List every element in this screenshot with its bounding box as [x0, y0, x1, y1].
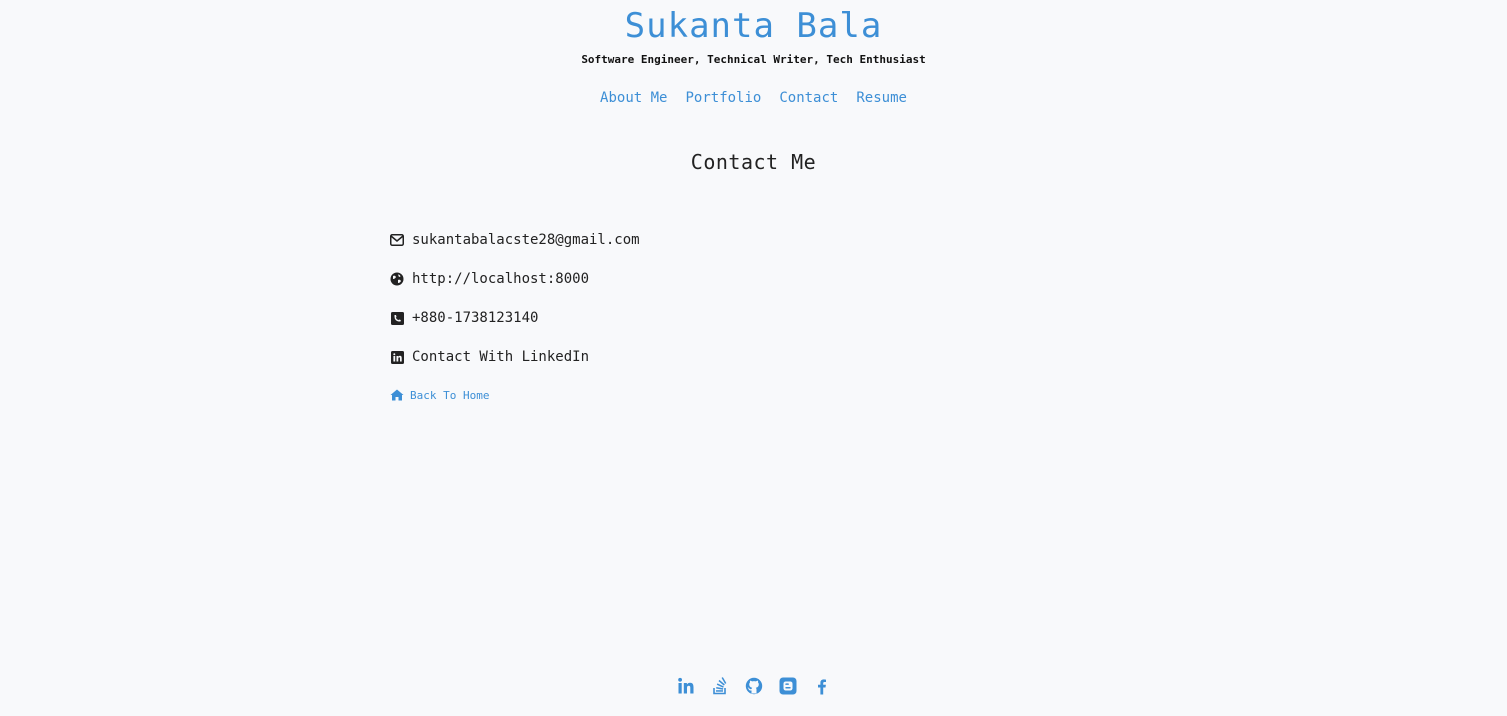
envelope-icon [390, 233, 404, 247]
contact-linkedin: Contact With LinkedIn [390, 346, 640, 368]
linkedin-link[interactable]: Contact With LinkedIn [412, 349, 589, 365]
linkedin-icon[interactable] [676, 676, 696, 696]
site-title[interactable]: Sukanta Bala [0, 4, 1507, 48]
tagline: Software Engineer, Technical Writer, Tec… [581, 53, 926, 66]
linkedin-square-icon [390, 350, 404, 364]
email-link[interactable]: sukantabalacste28@gmail.com [412, 232, 640, 248]
page-heading: Contact Me [690, 150, 817, 174]
contact-phone: +880-1738123140 [390, 307, 640, 329]
nav-portfolio[interactable]: Portfolio [685, 88, 761, 108]
back-to-home-label: Back To Home [410, 389, 490, 402]
contact-list: sukantabalacste28@gmail.com http://local… [390, 229, 640, 385]
home-icon [390, 389, 404, 403]
globe-icon [390, 272, 404, 286]
social-links [0, 676, 1507, 696]
github-icon[interactable] [744, 676, 764, 696]
stackoverflow-icon[interactable] [710, 676, 730, 696]
nav-about-me[interactable]: About Me [600, 88, 667, 108]
website-link[interactable]: http://localhost:8000 [412, 271, 589, 287]
phone-square-icon [390, 311, 404, 325]
contact-website: http://localhost:8000 [390, 268, 640, 290]
back-to-home-link[interactable]: Back To Home [390, 388, 489, 404]
facebook-icon[interactable] [812, 676, 832, 696]
main-nav: About Me Portfolio Contact Resume [0, 88, 1507, 108]
nav-contact[interactable]: Contact [779, 88, 838, 108]
phone-link[interactable]: +880-1738123140 [412, 310, 538, 326]
nav-resume[interactable]: Resume [856, 88, 907, 108]
blogger-icon[interactable] [778, 676, 798, 696]
contact-email: sukantabalacste28@gmail.com [390, 229, 640, 251]
